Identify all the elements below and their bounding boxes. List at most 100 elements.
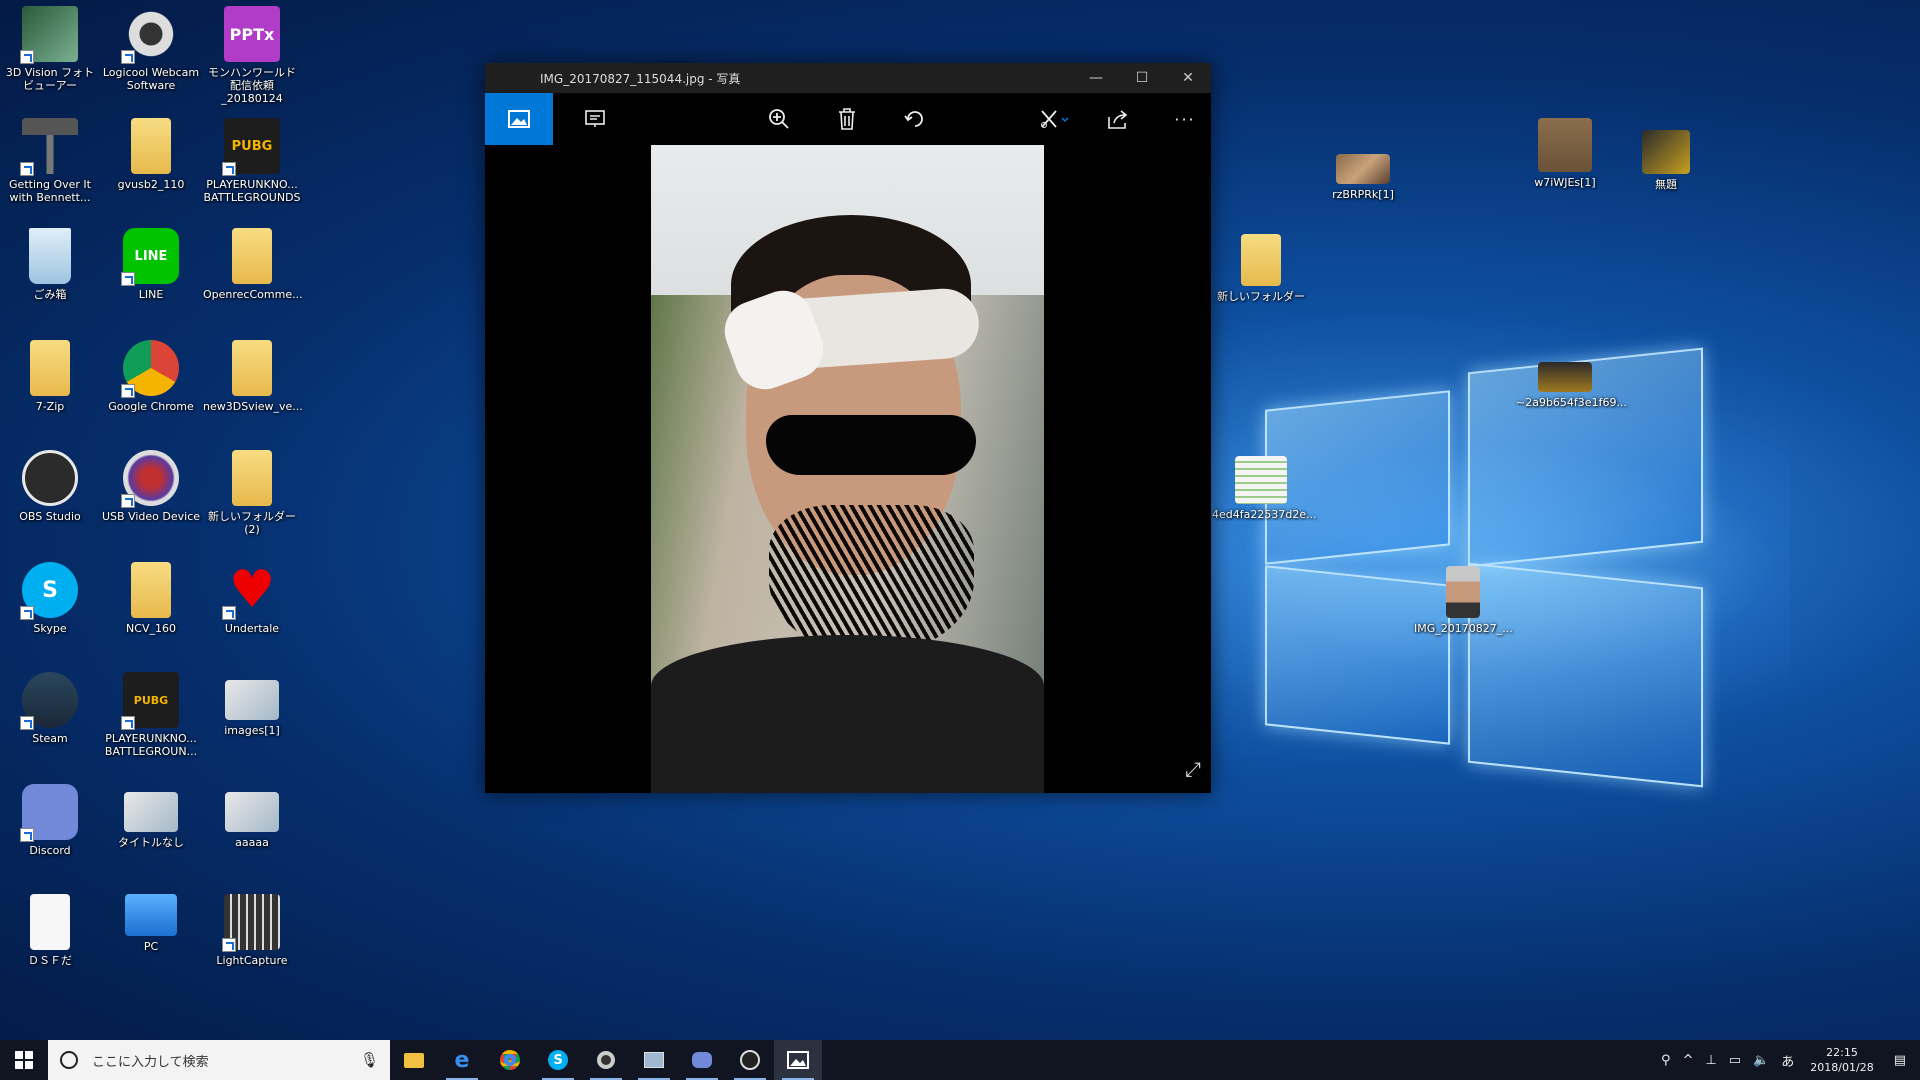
- shortcut-arrow-icon: [121, 494, 135, 508]
- desktop-icon[interactable]: ♥ Undertale: [203, 560, 301, 635]
- desktop-icon[interactable]: Steam: [1, 672, 99, 745]
- share-button[interactable]: [1093, 93, 1145, 145]
- desktop-icon-label: LightCapture: [216, 954, 288, 967]
- desktop-icon[interactable]: USB Video Device: [102, 450, 200, 523]
- desktop-icon[interactable]: gvusb2_110: [102, 118, 200, 191]
- edit-create-icon: [1041, 110, 1069, 128]
- desktop-icon[interactable]: NCV_160: [102, 562, 200, 635]
- folder-icon: [131, 562, 171, 618]
- desktop-icon-label: gvusb2_110: [117, 178, 185, 191]
- full-screen-icon[interactable]: ⤢: [1185, 757, 1201, 781]
- desktop-icon-label: ごみ箱: [33, 288, 67, 301]
- obs-icon: [740, 1050, 760, 1070]
- desktop-icon[interactable]: PC: [102, 894, 200, 953]
- taskbar-photos[interactable]: [774, 1040, 822, 1080]
- shortcut-arrow-icon: [20, 50, 34, 64]
- volume-icon[interactable]: 🔈: [1753, 1053, 1769, 1068]
- desktop-icon[interactable]: Discord: [1, 784, 99, 857]
- people-icon[interactable]: ⚲: [1661, 1053, 1671, 1068]
- taskbar-skype[interactable]: S: [534, 1040, 582, 1080]
- chevron-up-icon[interactable]: ^: [1683, 1053, 1694, 1068]
- minimize-button[interactable]: —: [1073, 63, 1119, 93]
- desktop-icon-label: OpenrecComme...: [203, 288, 303, 301]
- film-icon: [222, 894, 280, 952]
- desktop-icon-label: PLAYERUNKNO... BATTLEGROUNDS: [203, 178, 301, 204]
- desktop-icon[interactable]: OBS Studio: [1, 450, 99, 523]
- system-tray: ⚲ ^ ⊥ ▭ 🔈 あ 22:15 2018/01/28 ▤: [1655, 1040, 1920, 1080]
- desktop-icon[interactable]: OpenrecComme...: [203, 228, 303, 301]
- trash-icon: [839, 108, 855, 130]
- taskbar-search-box[interactable]: ここに入力して検索 🎙: [48, 1040, 390, 1080]
- taskbar-app[interactable]: [630, 1040, 678, 1080]
- document-icon: [30, 894, 70, 950]
- window-icon: [644, 1052, 664, 1068]
- desktop-icon[interactable]: aaaaa: [203, 784, 301, 849]
- more-options-button[interactable]: ···: [1159, 93, 1211, 145]
- shortcut-arrow-icon: [20, 162, 34, 176]
- see-all-photos-button[interactable]: [485, 93, 553, 145]
- start-button[interactable]: [0, 1040, 48, 1080]
- desktop-icon-rzbrprk[interactable]: rzBRPRk[1]: [1314, 140, 1412, 201]
- folder-icon: [30, 340, 70, 396]
- slideshow-button[interactable]: [569, 93, 621, 145]
- network-icon[interactable]: ▭: [1729, 1053, 1741, 1068]
- desktop-icon[interactable]: PUBG PLAYERUNKNO... BATTLEGROUNDS: [203, 118, 301, 204]
- close-button[interactable]: ✕: [1165, 63, 1211, 93]
- folder-icon: [232, 340, 272, 396]
- desktop-icon-2a9b[interactable]: ~2a9b654f3e1f69...: [1516, 362, 1627, 409]
- microphone-icon[interactable]: 🎙: [360, 1051, 390, 1069]
- windows-start-icon: [15, 1051, 33, 1069]
- photo-viewer-image[interactable]: [651, 145, 1044, 793]
- taskbar-chrome[interactable]: [486, 1040, 534, 1080]
- desktop-icon-label: 3D Vision フォトビューアー: [5, 66, 95, 92]
- taskbar-discord[interactable]: [678, 1040, 726, 1080]
- desktop-icon[interactable]: ＤＳＦだ: [1, 894, 99, 967]
- heart-icon: ♥: [222, 560, 280, 620]
- desktop-icon-label: NCV_160: [126, 622, 176, 635]
- usb-icon[interactable]: ⊥: [1705, 1053, 1716, 1068]
- desktop-icon[interactable]: タイトルなし: [102, 784, 200, 849]
- ime-indicator[interactable]: あ: [1781, 1051, 1794, 1070]
- taskbar-edge[interactable]: e: [438, 1040, 486, 1080]
- edit-create-button[interactable]: [1025, 93, 1085, 145]
- desktop-icon-4ed4[interactable]: 4ed4fa22537d2e...: [1212, 456, 1317, 521]
- desktop-icon[interactable]: LINE LINE: [102, 228, 200, 301]
- search-placeholder: ここに入力して検索: [92, 1054, 209, 1070]
- desktop-icon[interactable]: Logicool Webcam Software: [102, 6, 200, 92]
- taskbar-obs[interactable]: [726, 1040, 774, 1080]
- taskbar-file-explorer[interactable]: [390, 1040, 438, 1080]
- hammer-icon: [20, 118, 78, 176]
- taskbar: ここに入力して検索 🎙 e S ⚲ ^ ⊥ ▭ 🔈 あ 22:15 2018/0…: [0, 1040, 1920, 1080]
- action-center-icon[interactable]: ▤: [1894, 1053, 1906, 1068]
- desktop-icon[interactable]: PPTx モンハンワールド配信依頼_20180124: [203, 6, 301, 105]
- desktop-icon[interactable]: Google Chrome: [102, 340, 200, 413]
- delete-button[interactable]: [821, 93, 873, 145]
- rotate-button[interactable]: [889, 93, 941, 145]
- desktop-icon-mudai[interactable]: 無題: [1617, 130, 1715, 191]
- desktop-icon[interactable]: ごみ箱: [1, 228, 99, 301]
- title-bar[interactable]: IMG_20170827_115044.jpg - 写真 — ☐ ✕: [485, 63, 1211, 93]
- desktop-icon[interactable]: 3D Vision フォトビューアー: [1, 6, 99, 92]
- desktop-icon[interactable]: PUBG PLAYERUNKNO... BATTLEGROUN...: [102, 672, 200, 758]
- desktop-icon-label: aaaaa: [235, 836, 269, 849]
- recycle-bin-icon: [29, 228, 71, 284]
- desktop-icon-new-folder[interactable]: 新しいフォルダー: [1212, 234, 1310, 303]
- desktop-icon-label: 新しいフォルダー: [1217, 290, 1305, 303]
- steam-icon: [20, 672, 78, 730]
- desktop-icon-img-20170827[interactable]: IMG_20170827_...: [1414, 566, 1513, 635]
- desktop-icon[interactable]: 7-Zip: [1, 340, 99, 413]
- taskbar-webcam[interactable]: [582, 1040, 630, 1080]
- desktop-icon[interactable]: images[1]: [203, 672, 301, 737]
- desktop-icon[interactable]: S Skype: [1, 562, 99, 635]
- desktop-icon[interactable]: 新しいフォルダー (2): [203, 450, 301, 536]
- maximize-button[interactable]: ☐: [1119, 63, 1165, 93]
- zoom-button[interactable]: [753, 93, 805, 145]
- desktop-icon[interactable]: LightCapture: [203, 894, 301, 967]
- clock[interactable]: 22:15 2018/01/28: [1810, 1045, 1873, 1075]
- desktop-icon-w7iwjes[interactable]: w7iWJEs[1]: [1516, 118, 1614, 189]
- photos-window[interactable]: IMG_20170827_115044.jpg - 写真 — ☐ ✕ ··· ⤢: [485, 63, 1211, 793]
- desktop-icon[interactable]: Getting Over It with Bennett...: [1, 118, 99, 204]
- edge-icon: e: [454, 1047, 470, 1073]
- skype-icon: S: [20, 562, 78, 620]
- desktop-icon[interactable]: new3DSview_ve...: [203, 340, 303, 413]
